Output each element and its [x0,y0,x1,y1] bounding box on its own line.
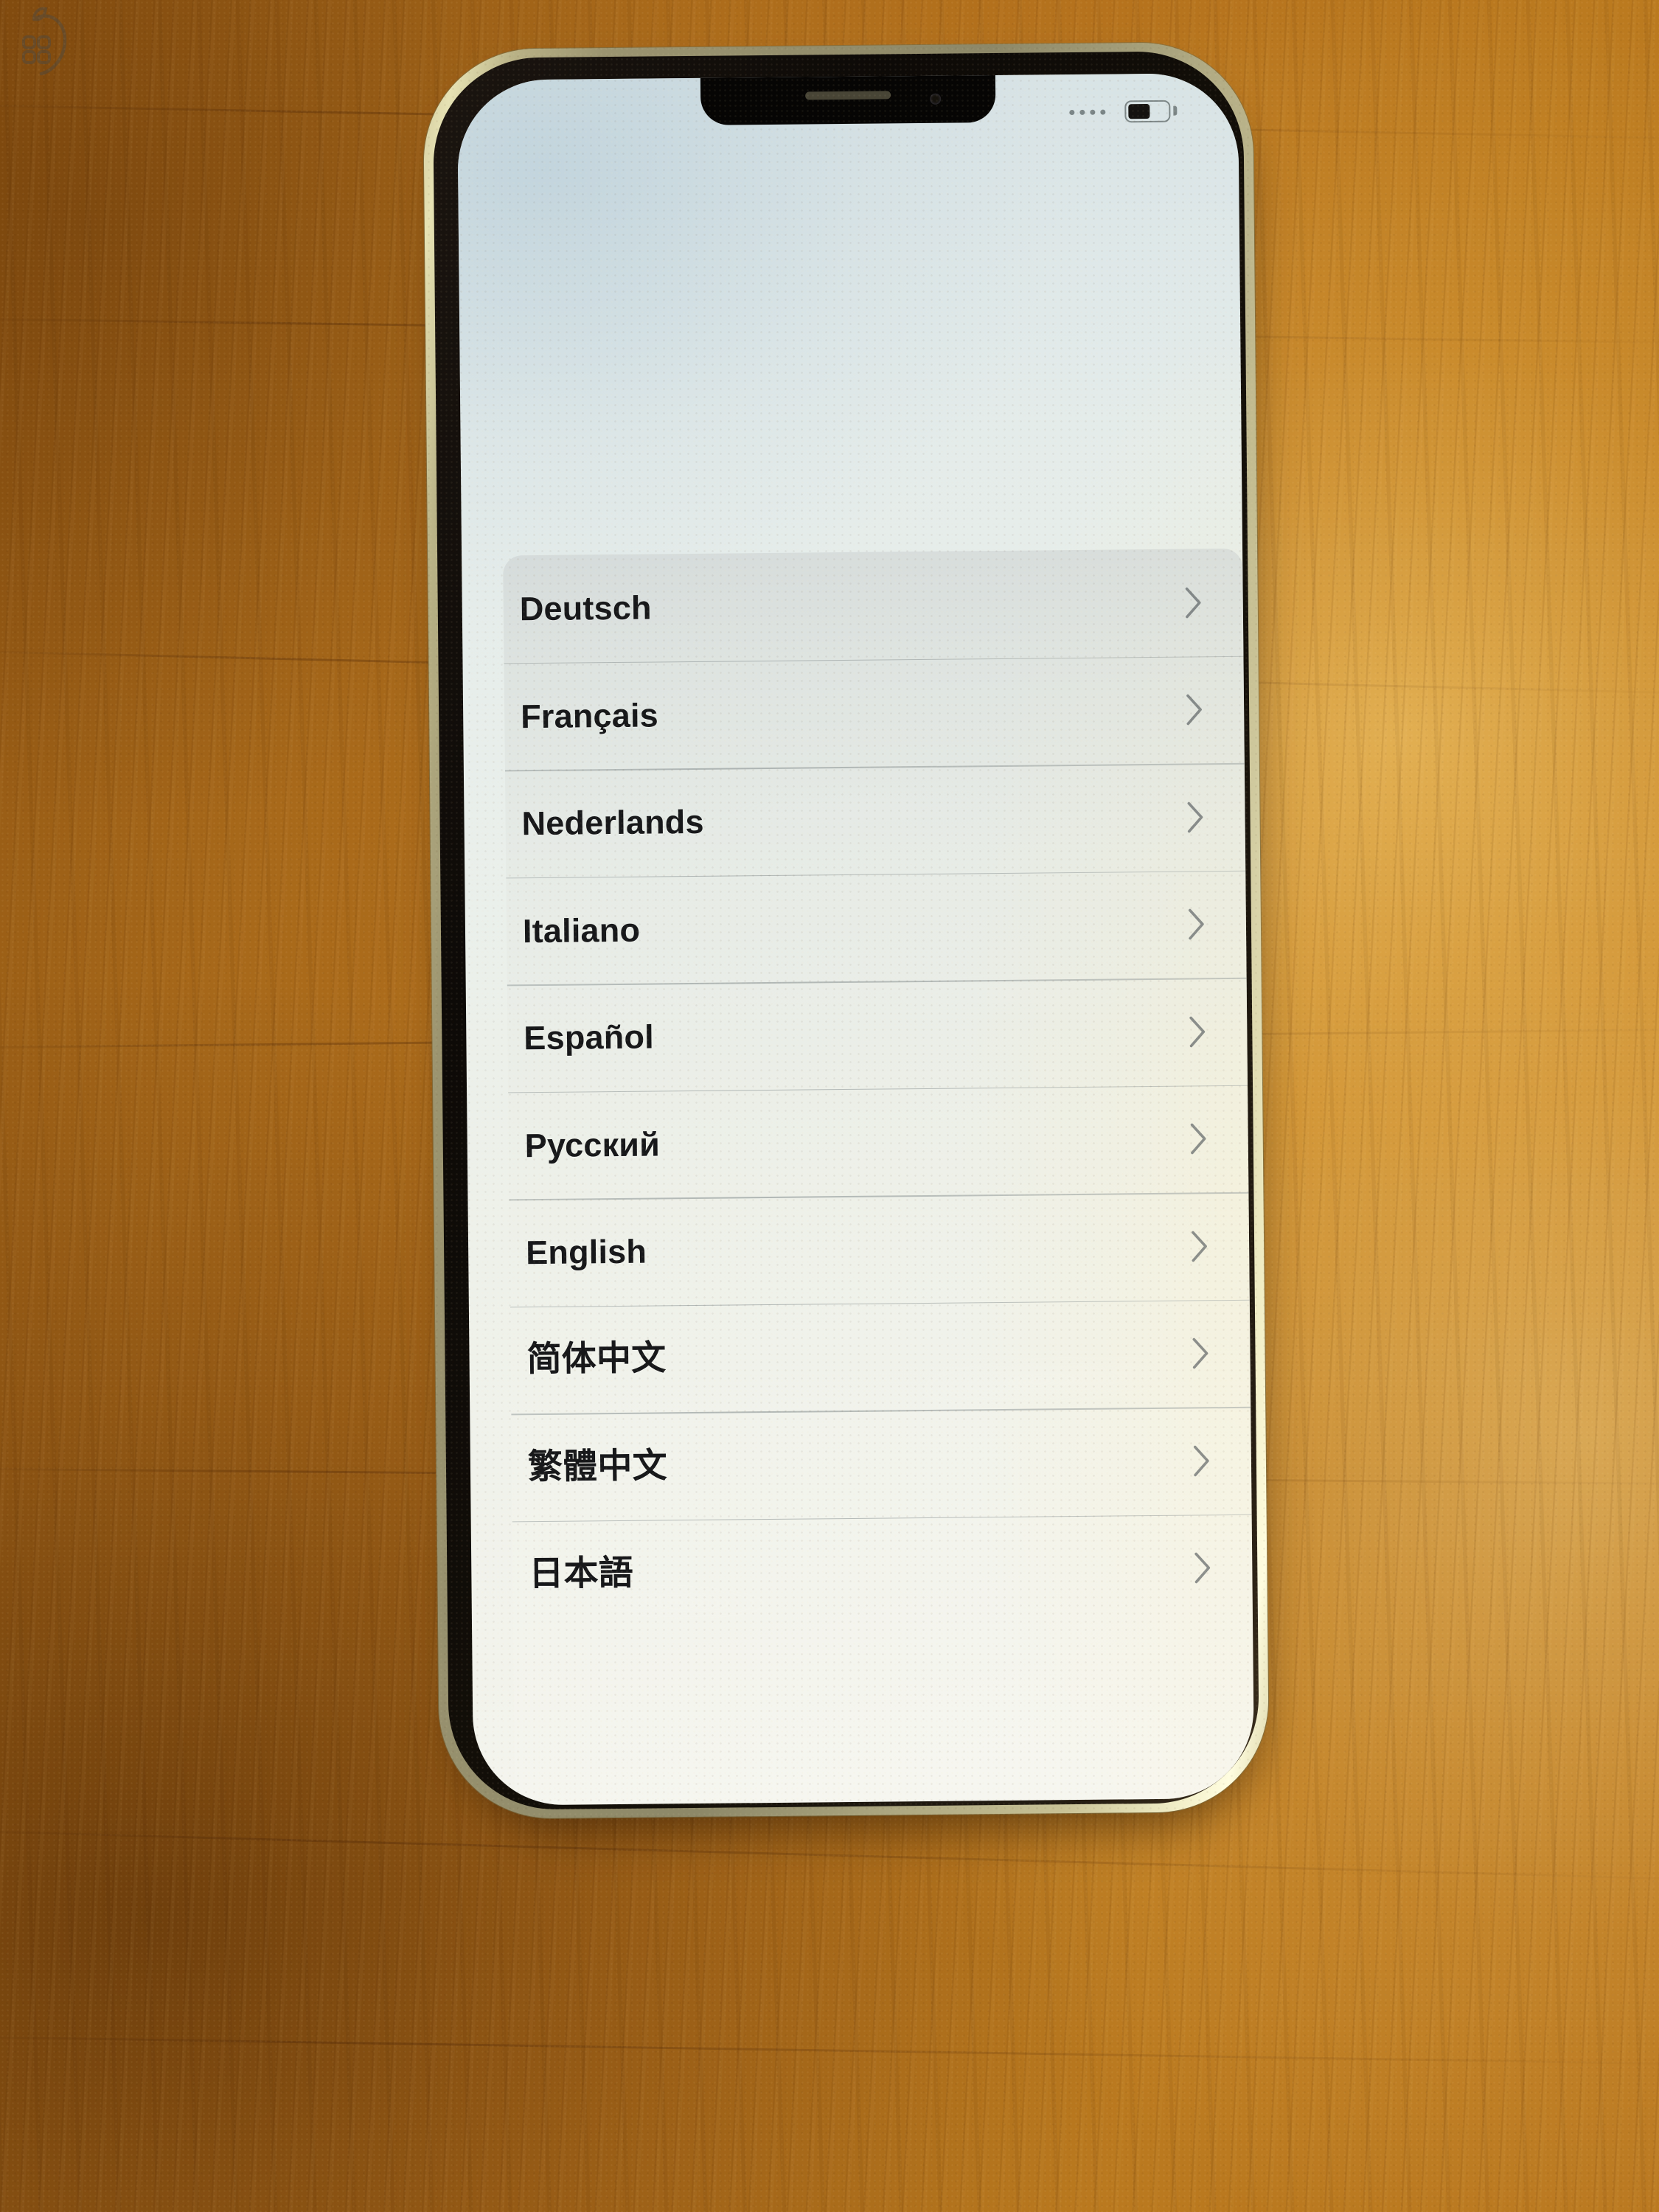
language-label: Español [524,1018,655,1057]
chevron-right-icon [1185,693,1204,727]
chevron-right-icon [1193,1551,1212,1585]
signal-dot [1069,109,1075,116]
notch [700,74,995,125]
signal-dot [1090,109,1096,115]
battery-fill [1128,103,1150,119]
list-item[interactable]: English [509,1192,1249,1307]
language-label: 简体中文 [526,1338,667,1380]
battery-cap-icon [1173,105,1178,116]
language-label: 繁體中文 [527,1445,668,1488]
earpiece-speaker [804,91,891,100]
chevron-right-icon [1192,1444,1211,1478]
desk-scene: Deutsch Français Nederlands Italiano Esp… [0,0,1659,2212]
wood-grain-line [0,1829,1659,1883]
signal-dot [1079,109,1085,115]
list-item[interactable]: Deutsch [503,549,1243,663]
chevron-right-icon [1191,1337,1210,1371]
language-selection-list[interactable]: Deutsch Français Nederlands Italiano Esp… [503,548,1255,1806]
language-label: Nederlands [521,802,704,843]
wood-grain-line [0,2035,1659,2067]
language-label: Deutsch [519,588,652,628]
list-item[interactable]: 简体中文 [510,1299,1251,1413]
chevron-right-icon [1186,800,1205,834]
chevron-right-icon [1190,1229,1209,1263]
list-item[interactable]: Italiano [506,870,1246,984]
device-screen: Deutsch Français Nederlands Italiano Esp… [456,72,1255,1806]
list-item[interactable]: Español [507,978,1248,1092]
front-camera-icon [929,93,941,105]
language-label: English [525,1232,647,1272]
signal-dot [1100,109,1106,115]
list-item[interactable]: Русский [508,1085,1248,1199]
language-label: 日本語 [529,1553,634,1595]
apple-grid-logo-watermark [22,7,67,76]
iphone-device: Deutsch Français Nederlands Italiano Esp… [422,41,1270,1832]
chevron-right-icon [1184,585,1203,619]
language-label: Italiano [522,911,641,950]
list-item[interactable]: Français [504,655,1244,770]
list-item[interactable]: Nederlands [505,763,1245,877]
list-item[interactable]: 繁體中文 [511,1407,1251,1521]
chevron-right-icon [1187,908,1206,942]
language-label: Français [520,695,659,735]
battery-icon [1124,100,1171,123]
language-label: Русский [524,1124,661,1164]
list-item[interactable]: 日本語 [512,1514,1253,1628]
chevron-right-icon [1188,1015,1207,1048]
device-black-bezel: Deutsch Français Nederlands Italiano Esp… [432,50,1260,1811]
signal-strength-dots-icon [1069,109,1106,116]
chevron-right-icon [1189,1122,1208,1156]
